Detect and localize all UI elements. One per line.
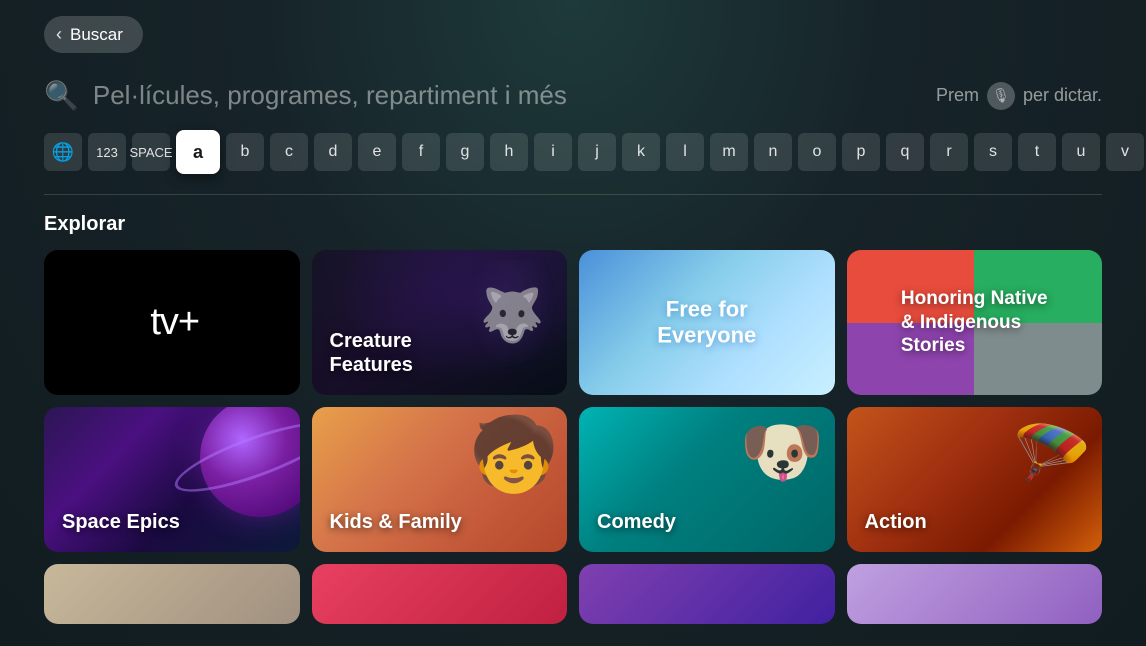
mic-button[interactable]: 🎙	[987, 82, 1015, 110]
action-label: Action	[865, 510, 927, 534]
space-key[interactable]: SPACE	[132, 133, 170, 171]
letter-f-key[interactable]: f	[402, 133, 440, 171]
card-creature-features[interactable]: 🐺 CreatureFeatures	[312, 250, 568, 395]
letter-g-key[interactable]: g	[446, 133, 484, 171]
comedy-label: Comedy	[597, 510, 676, 534]
kids-family-label: Kids & Family	[330, 510, 462, 534]
explore-section: Explorar tv+ 🐺 CreatureFeatures Free for…	[0, 213, 1146, 624]
card-kids-family[interactable]: 🧒 Kids & Family	[312, 407, 568, 552]
card-free-for-everyone[interactable]: Free forEveryone	[579, 250, 835, 395]
search-icon: 🔍	[44, 79, 79, 112]
partial-card-2[interactable]	[312, 564, 568, 624]
native-overlay: Honoring Native& IndigenousStories	[847, 250, 1103, 395]
globe-key[interactable]: 🌐	[44, 133, 82, 171]
bottom-card-row	[44, 564, 1102, 624]
numbers-key[interactable]: 123	[88, 133, 126, 171]
letter-t-key[interactable]: t	[1018, 133, 1056, 171]
creature-figure: 🐺	[467, 260, 557, 370]
letter-m-key[interactable]: m	[710, 133, 748, 171]
back-button[interactable]: ‹ Buscar	[44, 16, 143, 53]
free-for-everyone-label: Free forEveryone	[605, 296, 809, 349]
card-comedy[interactable]: 🐶 Comedy	[579, 407, 835, 552]
action-figure: 🪂	[1012, 417, 1092, 492]
appletv-logo: tv+	[144, 301, 199, 344]
search-placeholder: Pel·lícules, programes, repartiment i mé…	[93, 80, 922, 111]
letter-s-key[interactable]: s	[974, 133, 1012, 171]
dictate-suffix: per dictar.	[1023, 85, 1102, 106]
letter-e-key[interactable]: e	[358, 133, 396, 171]
letter-j-key[interactable]: j	[578, 133, 616, 171]
card-action[interactable]: 🪂 Action	[847, 407, 1103, 552]
letter-l-key[interactable]: l	[666, 133, 704, 171]
letter-v-key[interactable]: v	[1106, 133, 1144, 171]
letter-b-key[interactable]: b	[226, 133, 264, 171]
letter-a-key[interactable]: a	[176, 130, 220, 174]
dictate-prefix: Prem	[936, 85, 979, 106]
kids-figure: 🧒	[469, 412, 559, 497]
space-epics-label: Space Epics	[62, 510, 180, 534]
partial-card-1[interactable]	[44, 564, 300, 624]
letter-n-key[interactable]: n	[754, 133, 792, 171]
divider	[44, 194, 1102, 195]
section-title: Explorar	[44, 213, 1102, 236]
dictate-hint: Prem 🎙 per dictar.	[936, 82, 1102, 110]
creature-features-label: CreatureFeatures	[330, 329, 413, 377]
letter-r-key[interactable]: r	[930, 133, 968, 171]
letter-i-key[interactable]: i	[534, 133, 572, 171]
letter-q-key[interactable]: q	[886, 133, 924, 171]
letter-k-key[interactable]: k	[622, 133, 660, 171]
card-appletv[interactable]: tv+	[44, 250, 300, 395]
partial-card-3[interactable]	[579, 564, 835, 624]
comedy-dog-figure: 🐶	[740, 412, 825, 492]
top-bar: ‹ Buscar	[0, 0, 1146, 69]
card-native-stories[interactable]: Honoring Native& IndigenousStories	[847, 250, 1103, 395]
back-label: Buscar	[70, 25, 123, 45]
letter-d-key[interactable]: d	[314, 133, 352, 171]
keyboard-row: 🌐 123 SPACE a b c d e f g h i j k l m n …	[44, 130, 1102, 174]
letter-c-key[interactable]: c	[270, 133, 308, 171]
card-grid: tv+ 🐺 CreatureFeatures Free forEveryone …	[44, 250, 1102, 552]
mic-icon: 🎙	[992, 87, 1010, 104]
appletv-text: tv+	[150, 301, 199, 344]
search-bar: 🔍 Pel·lícules, programes, repartiment i …	[0, 69, 1146, 122]
partial-card-4[interactable]	[847, 564, 1103, 624]
letter-p-key[interactable]: p	[842, 133, 880, 171]
back-chevron-icon: ‹	[56, 24, 62, 45]
keyboard: 🌐 123 SPACE a b c d e f g h i j k l m n …	[0, 122, 1146, 186]
letter-o-key[interactable]: o	[798, 133, 836, 171]
native-stories-label: Honoring Native& IndigenousStories	[901, 287, 1048, 358]
card-space-epics[interactable]: Space Epics	[44, 407, 300, 552]
letter-h-key[interactable]: h	[490, 133, 528, 171]
letter-u-key[interactable]: u	[1062, 133, 1100, 171]
